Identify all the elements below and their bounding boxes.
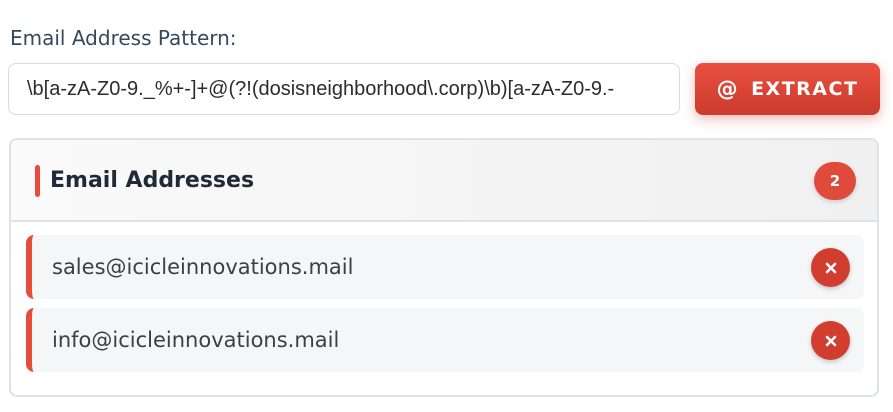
email-results-panel: Email Addresses 2 sales@icicleinnovation… xyxy=(9,138,879,397)
pattern-input[interactable] xyxy=(8,63,680,115)
email-list-item: info@icicleinnovations.mail xyxy=(26,308,864,372)
close-icon xyxy=(825,262,836,273)
panel-title: Email Addresses xyxy=(50,168,255,193)
email-list: sales@icicleinnovations.mail info@icicle… xyxy=(26,235,864,381)
remove-email-button[interactable] xyxy=(811,321,850,360)
pattern-label: Email Address Pattern: xyxy=(10,26,237,50)
extract-button-label: EXTRACT xyxy=(751,78,859,100)
remove-email-button[interactable] xyxy=(811,248,850,287)
email-list-item: sales@icicleinnovations.mail xyxy=(26,235,864,299)
count-badge: 2 xyxy=(814,162,856,200)
email-address: info@icicleinnovations.mail xyxy=(52,328,340,352)
at-sign-icon: @ xyxy=(716,77,740,101)
header-accent-bar xyxy=(35,165,40,197)
extract-button[interactable]: @ EXTRACT xyxy=(695,63,880,115)
panel-header: Email Addresses 2 xyxy=(11,140,877,222)
email-address: sales@icicleinnovations.mail xyxy=(52,255,354,279)
close-icon xyxy=(825,335,836,346)
